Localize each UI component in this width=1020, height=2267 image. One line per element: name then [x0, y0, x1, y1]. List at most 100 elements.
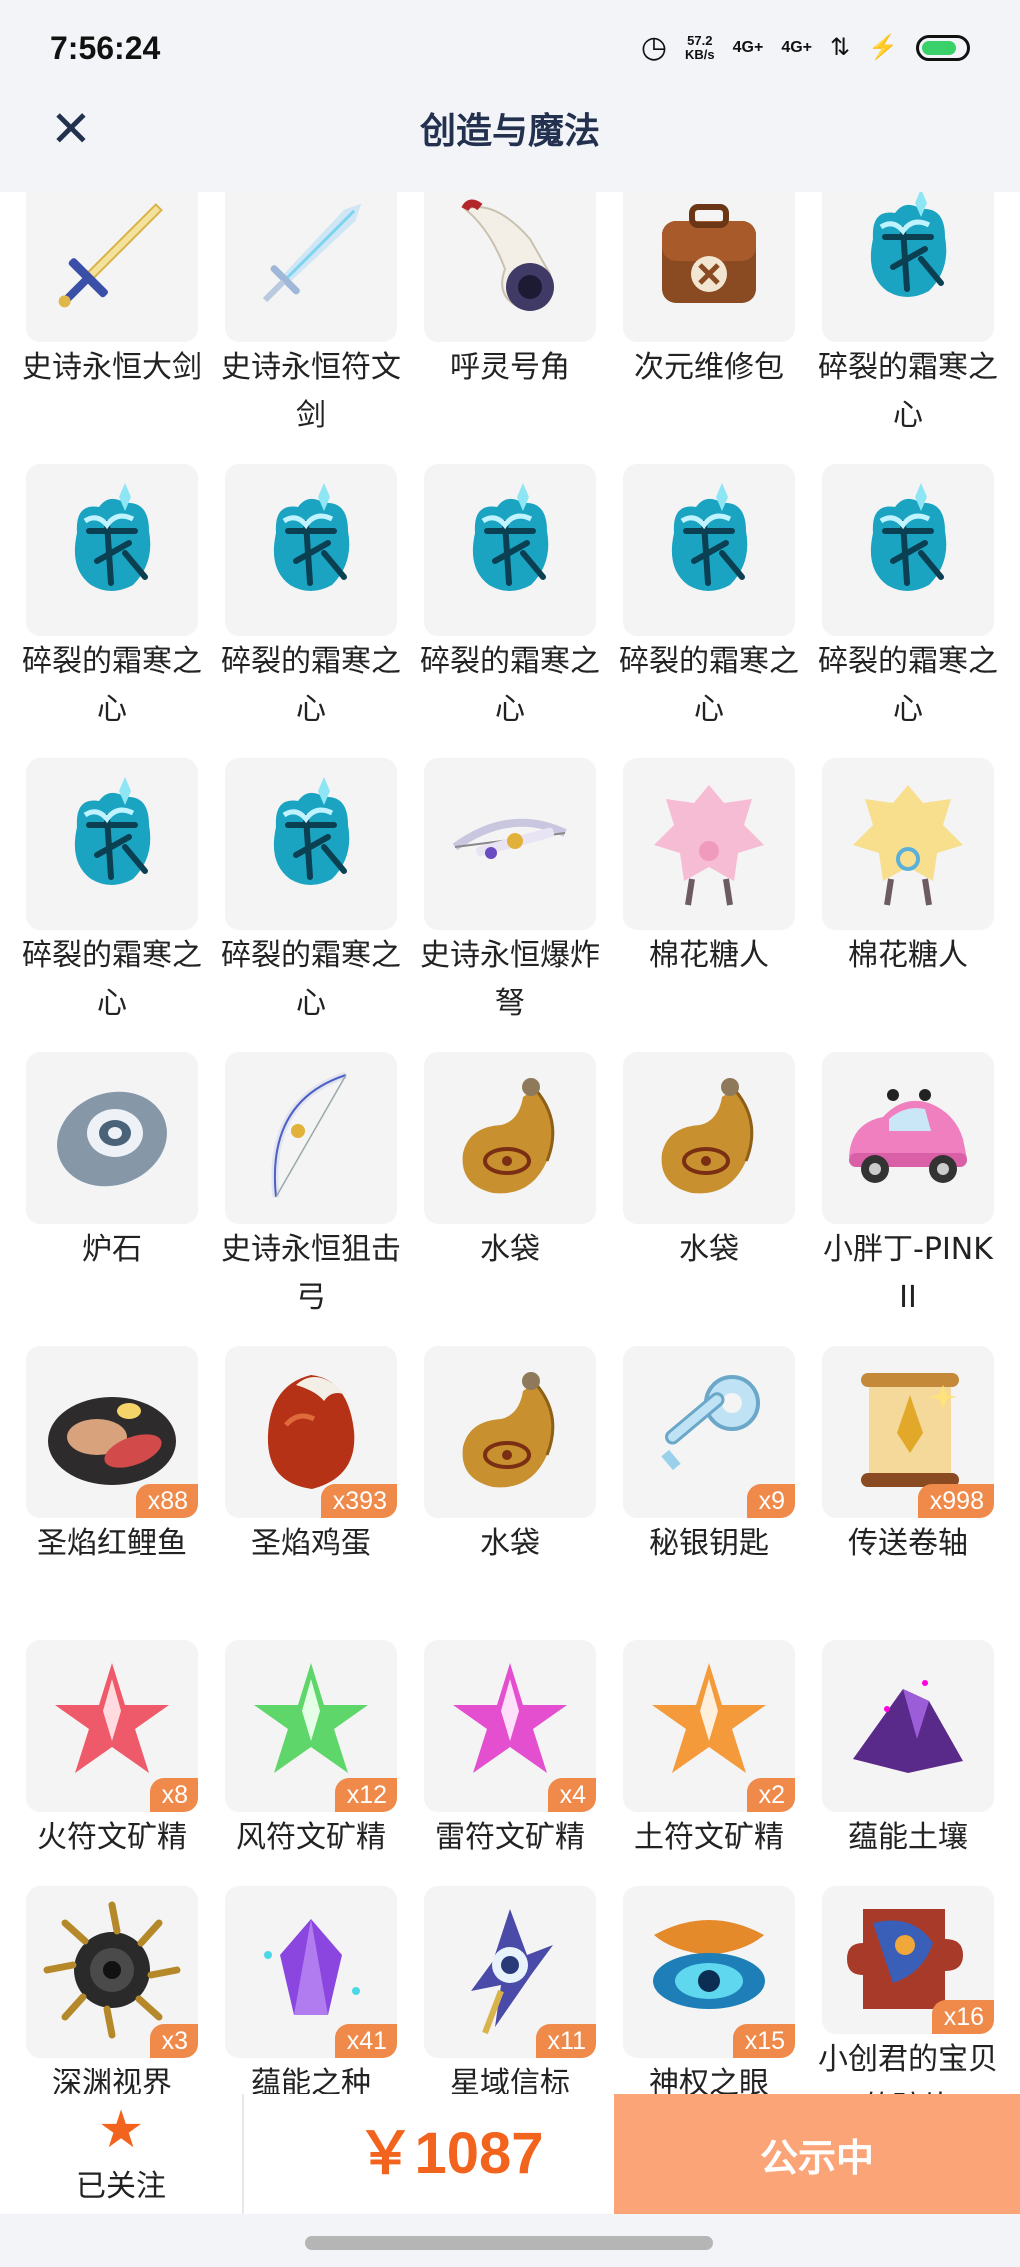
item-label: 史诗永恒符文剑	[221, 350, 401, 433]
public-notice-button[interactable]: 公示中	[614, 2094, 1020, 2214]
grid-item[interactable]: 棉花糖人	[623, 758, 795, 1052]
signal-icon-1: 4G+	[732, 38, 764, 56]
frost-heart-icon	[833, 473, 983, 627]
item-label: 史诗永恒爆炸弩	[420, 938, 600, 1021]
pink-car-icon	[833, 1061, 983, 1215]
item-thumbnail	[623, 1052, 795, 1224]
star-icon: ★	[97, 2100, 145, 2160]
data-icon: ⇅	[830, 34, 851, 61]
grid-item[interactable]: x16 小创君的宝贝的碎片	[818, 1886, 998, 2094]
cotton-yellow-icon	[833, 767, 983, 921]
item-label: 火符文矿精	[37, 1820, 187, 1855]
item-thumbnail	[424, 464, 596, 636]
grid-item[interactable]: x9 秘银钥匙	[623, 1346, 795, 1640]
grid-item[interactable]: x4 雷符文矿精	[424, 1640, 596, 1886]
soil-icon	[833, 1649, 983, 1803]
item-thumbnail	[26, 464, 198, 636]
repair-bag-icon	[634, 192, 784, 333]
grid-item[interactable]: x2 土符文矿精	[623, 1640, 795, 1886]
grid-item[interactable]: 碎裂的霜寒之心	[619, 464, 799, 758]
greatsword-icon	[37, 192, 187, 333]
bow-icon	[236, 1061, 386, 1215]
grid-item[interactable]: 史诗永恒大剑	[22, 192, 202, 464]
item-thumbnail: x12	[225, 1640, 397, 1812]
plug-icon: ⚡	[868, 34, 898, 61]
item-label: 深渊视界	[52, 2066, 172, 2094]
frost-heart-icon	[435, 473, 585, 627]
grid-item[interactable]: x8 火符文矿精	[26, 1640, 198, 1886]
item-thumbnail	[424, 758, 596, 930]
item-thumbnail	[822, 1640, 994, 1812]
grid-item[interactable]: 史诗永恒狙击弓	[221, 1052, 401, 1346]
grid-item[interactable]: x998 传送卷轴	[822, 1346, 994, 1640]
item-thumbnail: x9	[623, 1346, 795, 1518]
count-badge: x3	[149, 2024, 198, 2058]
cotton-pink-icon	[634, 767, 784, 921]
grid-item[interactable]: 蕴能土壤	[822, 1640, 994, 1886]
home-indicator[interactable]	[305, 2236, 713, 2250]
item-thumbnail	[623, 192, 795, 342]
grid-item[interactable]: x41 蕴能之种	[225, 1886, 397, 2094]
grid-item[interactable]: 碎裂的霜寒之心	[22, 464, 202, 758]
frost-heart-icon	[37, 767, 187, 921]
grid-item[interactable]: x11 星域信标	[424, 1886, 596, 2094]
grid-item[interactable]: 碎裂的霜寒之心	[22, 758, 202, 1052]
grid-item[interactable]: x15 神权之眼	[623, 1886, 795, 2094]
item-label: 碎裂的霜寒之心	[420, 644, 600, 727]
grid-item[interactable]: 碎裂的霜寒之心	[818, 464, 998, 758]
frost-heart-icon	[236, 473, 386, 627]
item-label: 神权之眼	[649, 2066, 769, 2094]
item-thumbnail: x11	[424, 1886, 596, 2058]
item-thumbnail: x2	[623, 1640, 795, 1812]
frost-heart-icon	[37, 473, 187, 627]
grid-item[interactable]: 小胖丁-PINK II	[822, 1052, 994, 1346]
item-thumbnail	[424, 192, 596, 342]
grid-item[interactable]: x393 圣焰鸡蛋	[225, 1346, 397, 1640]
battery-icon	[916, 34, 970, 61]
grid-item[interactable]: 碎裂的霜寒之心	[818, 192, 998, 464]
grid-item[interactable]: 水袋	[424, 1052, 596, 1346]
grid-item[interactable]: 次元维修包	[623, 192, 795, 464]
item-thumbnail: x998	[822, 1346, 994, 1518]
item-label: 碎裂的霜寒之心	[619, 644, 799, 727]
count-badge: x11	[535, 2024, 596, 2058]
grid-item[interactable]: 碎裂的霜寒之心	[420, 464, 600, 758]
grid-item[interactable]: 碎裂的霜寒之心	[221, 464, 401, 758]
page-title: 创造与魔法	[419, 111, 600, 152]
grid-item[interactable]: 史诗永恒爆炸弩	[420, 758, 600, 1052]
grid-item[interactable]: 碎裂的霜寒之心	[221, 758, 401, 1052]
hearthstone-icon	[37, 1061, 187, 1215]
grid-item[interactable]: x12 风符文矿精	[225, 1640, 397, 1886]
item-label: 史诗永恒狙击弓	[221, 1232, 401, 1315]
item-label: 呼灵号角	[450, 350, 570, 385]
bottom-bar: ★ 已关注 ￥1087 公示中	[0, 2094, 1020, 2214]
grid-item[interactable]: 水袋	[424, 1346, 596, 1640]
count-badge: x8	[149, 1778, 198, 1812]
grid-item[interactable]: x3 深渊视界	[26, 1886, 198, 2094]
water-bag-icon	[435, 1355, 585, 1509]
divider	[242, 2094, 244, 2214]
item-grid[interactable]: 史诗永恒大剑 史诗永恒符文剑 呼灵号角 次元维修包 碎裂的霜寒之心 碎裂的霜寒之心 碎裂的霜…	[0, 192, 1020, 2094]
crossbow-icon	[435, 767, 585, 921]
item-thumbnail	[424, 1052, 596, 1224]
grid-item[interactable]: 棉花糖人	[822, 758, 994, 1052]
grid-item[interactable]: 水袋	[623, 1052, 795, 1346]
grid-item[interactable]: 史诗永恒符文剑	[221, 192, 401, 464]
item-thumbnail	[26, 192, 198, 342]
count-badge: x16	[931, 2000, 994, 2034]
item-thumbnail	[225, 1052, 397, 1224]
item-thumbnail	[225, 464, 397, 636]
item-label: 碎裂的霜寒之心	[221, 644, 401, 727]
grid-item[interactable]: x88 圣焰红鲤鱼	[26, 1346, 198, 1640]
item-label: 小创君的宝贝的碎片	[818, 2042, 998, 2094]
item-label: 碎裂的霜寒之心	[818, 644, 998, 727]
frost-heart-icon	[833, 192, 983, 333]
water-bag-icon	[634, 1061, 784, 1215]
item-thumbnail	[424, 1346, 596, 1518]
grid-item[interactable]: 呼灵号角	[424, 192, 596, 464]
follow-button[interactable]: ★ 已关注	[0, 2094, 242, 2214]
item-thumbnail: x41	[225, 1886, 397, 2058]
item-label: 水袋	[480, 1232, 540, 1267]
grid-item[interactable]: 炉石	[26, 1052, 198, 1346]
item-label: 水袋	[480, 1526, 540, 1561]
